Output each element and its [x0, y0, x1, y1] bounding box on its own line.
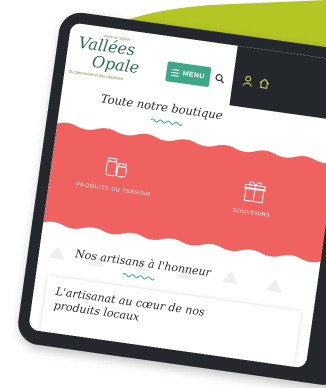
gift-icon	[243, 181, 266, 204]
search-icon[interactable]	[214, 73, 225, 84]
tablet-device: vivez un séjour Vallées Opale Du patrimo…	[15, 10, 326, 388]
tablet-screen: vivez un séjour Vallées Opale Du patrimo…	[28, 22, 326, 369]
jars-icon	[105, 157, 127, 178]
menu-button[interactable]: MENU	[165, 61, 212, 88]
menu-label: MENU	[182, 69, 206, 80]
site-logo[interactable]: vivez un séjour Vallées Opale Du patrimo…	[68, 29, 166, 89]
squiggle-divider	[150, 118, 183, 126]
user-icon[interactable]	[242, 75, 253, 87]
menu-icon	[171, 68, 181, 77]
home-icon[interactable]	[258, 77, 270, 89]
